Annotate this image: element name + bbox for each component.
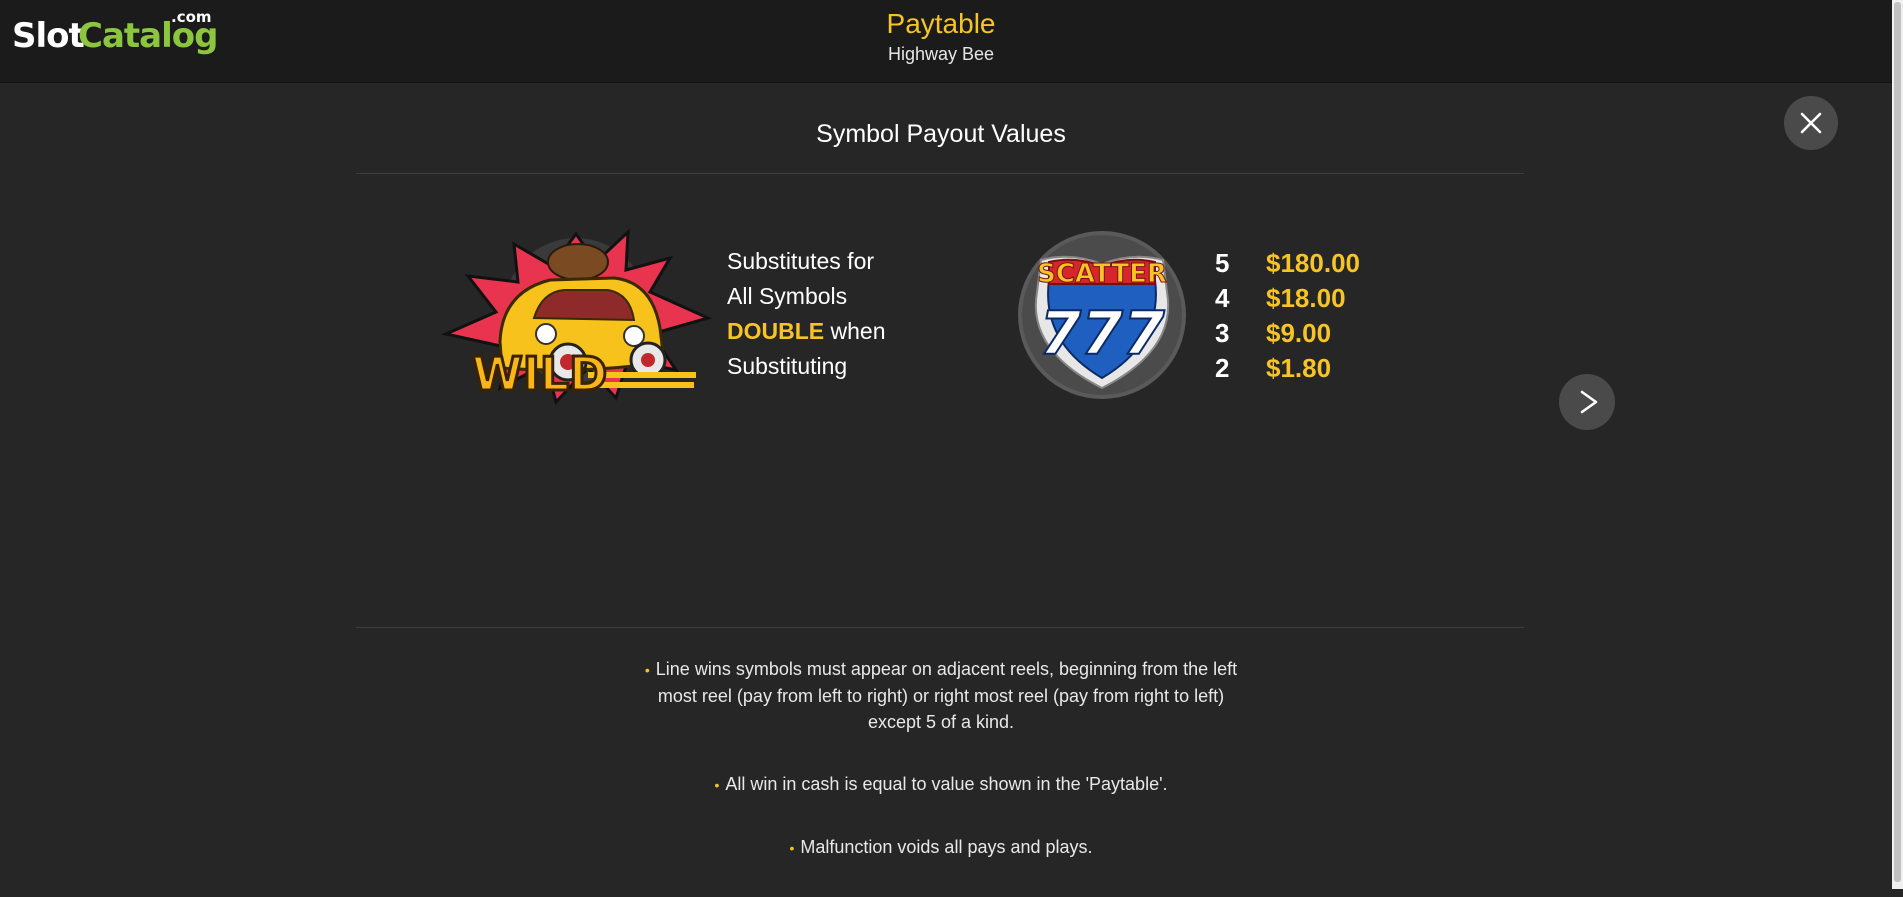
- wild-desc-line-3-rest: when: [824, 318, 886, 344]
- game-name: Highway Bee: [887, 44, 995, 64]
- wild-desc-line-4: Substituting: [727, 353, 848, 379]
- rule-item: • Line wins symbols must appear on adjace…: [641, 656, 1241, 735]
- pay-row: 3 $9.00: [1215, 318, 1415, 353]
- rule-text: All win in cash is equal to value shown …: [725, 774, 1168, 794]
- rule-item: • All win in cash is equal to value shown…: [641, 771, 1241, 798]
- divider-top: [356, 173, 1524, 174]
- pay-row: 5 $180.00: [1215, 248, 1415, 283]
- scatter-777: 777: [1039, 299, 1164, 369]
- scrollbar-thumb[interactable]: [1894, 2, 1901, 882]
- wild-double-highlight: DOUBLE: [727, 318, 825, 344]
- rule-text: Malfunction voids all pays and plays.: [800, 837, 1093, 857]
- bullet-icon: •: [789, 840, 795, 856]
- divider-bottom: [356, 627, 1524, 628]
- bullet-icon: •: [714, 777, 720, 793]
- wild-description: Substitutes for All Symbols DOUBLE when …: [727, 244, 947, 384]
- page-title: Paytable: [886, 8, 996, 39]
- pay-amount: $180.00: [1266, 248, 1360, 278]
- pay-count: 4: [1215, 283, 1230, 313]
- pay-row: 4 $18.00: [1215, 283, 1415, 318]
- rules-list: • Line wins symbols must appear on adjace…: [641, 656, 1241, 897]
- pay-count: 3: [1215, 318, 1230, 348]
- pay-amount: $18.00: [1266, 283, 1346, 313]
- section-title: Symbol Payout Values: [816, 120, 1066, 148]
- pay-amount: $1.80: [1266, 353, 1332, 383]
- scatter-pay-table: 5 $180.00 4 $18.00 3 $9.00 2 $1.80: [1215, 248, 1415, 388]
- pay-count: 5: [1215, 248, 1230, 278]
- wild-desc-line-3: DOUBLE when: [727, 314, 947, 349]
- scatter-symbol-image: SCATTER 777: [1017, 230, 1187, 400]
- wild-symbol-image: WILD: [438, 222, 714, 412]
- scrollbar[interactable]: [1892, 0, 1903, 889]
- rule-text: Line wins symbols must appear on adjacen…: [655, 659, 1238, 732]
- scatter-label: SCATTER: [1037, 259, 1167, 289]
- rule-item: • Malfunction voids all pays and plays.: [641, 834, 1241, 861]
- pay-amount: $9.00: [1266, 318, 1332, 348]
- chevron-right-icon: [1580, 390, 1598, 414]
- bullet-icon: •: [644, 662, 650, 678]
- wild-label: WILD: [472, 347, 607, 401]
- wild-desc-line-1: Substitutes for: [727, 248, 875, 274]
- wild-desc-line-2: All Symbols: [727, 283, 848, 309]
- pay-count: 2: [1215, 353, 1230, 383]
- pay-row: 2 $1.80: [1215, 353, 1415, 388]
- next-page-button[interactable]: [1559, 374, 1615, 430]
